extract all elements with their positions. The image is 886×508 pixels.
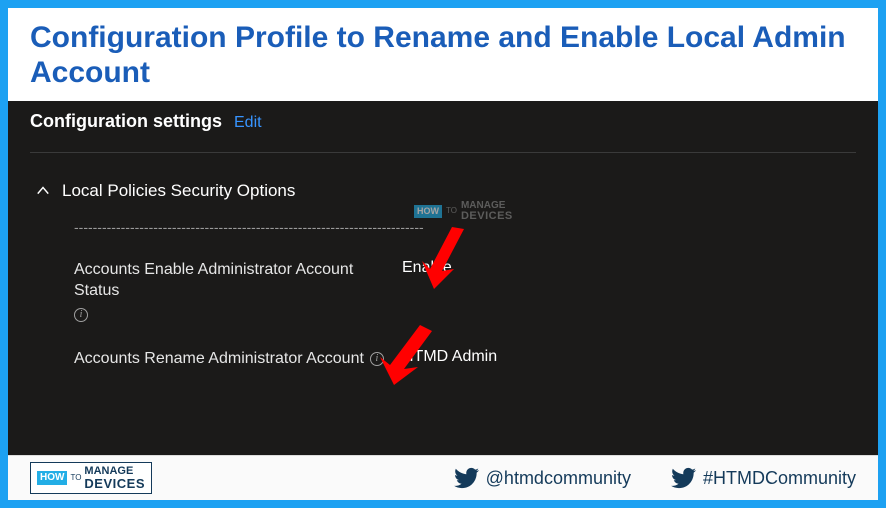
- page-title: Configuration Profile to Rename and Enab…: [30, 20, 856, 91]
- twitter-icon: [454, 465, 480, 491]
- handle-text: #HTMDCommunity: [703, 468, 856, 489]
- watermark-logo: HOW TO MANAGE DEVICES: [414, 201, 513, 222]
- setting-value: Enable: [402, 259, 452, 277]
- divider: [30, 152, 856, 153]
- header-area: Configuration Profile to Rename and Enab…: [8, 8, 878, 101]
- setting-label: Accounts Rename Administrator Account i: [74, 348, 394, 370]
- footer-logo: HOW TO MANAGE DEVICES: [30, 462, 152, 494]
- info-icon[interactable]: i: [370, 352, 384, 366]
- info-icon[interactable]: i: [74, 308, 88, 322]
- twitter-handle-community[interactable]: @htmdcommunity: [454, 465, 631, 491]
- watermark-to: TO: [446, 207, 457, 215]
- panel-header: Configuration settings Edit: [8, 101, 878, 144]
- setting-row-enable-admin: Accounts Enable Administrator Account St…: [74, 259, 856, 322]
- setting-label: Accounts Enable Administrator Account St…: [74, 259, 394, 322]
- watermark-devices: DEVICES: [461, 211, 513, 222]
- slide-frame: Configuration Profile to Rename and Enab…: [0, 0, 886, 508]
- setting-label-text: Accounts Rename Administrator Account: [74, 348, 364, 370]
- config-settings-panel: Configuration settings Edit Local Polici…: [8, 101, 878, 455]
- footer-logo-how: HOW: [37, 471, 67, 485]
- handle-text: @htmdcommunity: [486, 468, 631, 489]
- policy-section: Local Policies Security Options --------…: [8, 161, 878, 370]
- footer-logo-to: TO: [70, 474, 81, 482]
- footer-logo-devices: DEVICES: [84, 477, 145, 490]
- twitter-hashtag-community[interactable]: #HTMDCommunity: [671, 465, 856, 491]
- twitter-icon: [671, 465, 697, 491]
- setting-value: HTMD Admin: [402, 348, 497, 366]
- setting-row-rename-admin: Accounts Rename Administrator Account i …: [74, 348, 856, 370]
- panel-title: Configuration settings: [30, 111, 222, 132]
- footer: HOW TO MANAGE DEVICES @htmdcommunity #HT…: [8, 455, 878, 500]
- edit-link[interactable]: Edit: [234, 114, 262, 132]
- chevron-up-icon: [36, 184, 50, 198]
- policy-heading-text: Local Policies Security Options: [62, 181, 295, 201]
- footer-handles: @htmdcommunity #HTMDCommunity: [454, 465, 856, 491]
- watermark-how: HOW: [414, 205, 442, 218]
- setting-label-text: Accounts Enable Administrator Account St…: [74, 259, 394, 302]
